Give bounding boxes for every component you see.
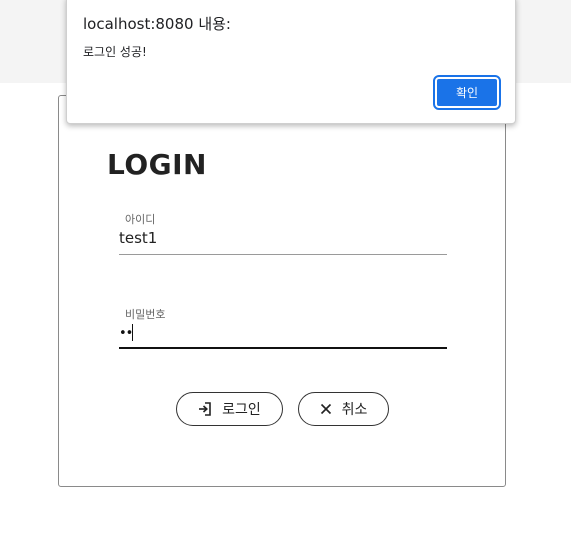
dialog-title: localhost:8080 내용: [83, 15, 231, 33]
id-field[interactable]: 아이디 test1 [119, 209, 447, 255]
cancel-button-label: 취소 [341, 402, 368, 418]
id-field-value[interactable]: test1 [119, 229, 157, 247]
alert-dialog: localhost:8080 내용: 로그인 성공! 확인 [66, 0, 516, 124]
login-card: LOGIN 아이디 test1 비밀번호 •• 로그인 취소 [58, 95, 506, 487]
password-field-value[interactable]: •• [119, 326, 133, 341]
login-button-label: 로그인 [222, 402, 261, 418]
password-field-label: 비밀번호 [125, 308, 166, 321]
password-field[interactable]: 비밀번호 •• [119, 304, 447, 349]
login-icon [198, 402, 212, 416]
cancel-button[interactable]: 취소 [298, 392, 389, 426]
page-title: LOGIN [107, 148, 207, 181]
dialog-ok-button[interactable]: 확인 [433, 75, 501, 110]
login-button[interactable]: 로그인 [176, 392, 283, 426]
id-field-label: 아이디 [125, 213, 156, 226]
text-caret [132, 324, 133, 341]
close-icon [320, 403, 332, 415]
dialog-message: 로그인 성공! [83, 45, 147, 59]
